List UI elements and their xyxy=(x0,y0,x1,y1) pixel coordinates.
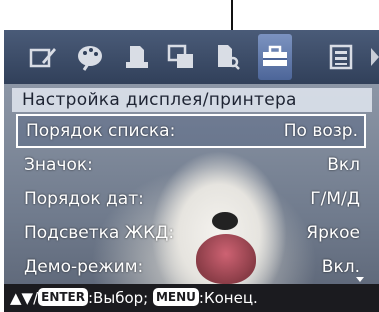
menu-item-label: Демо-режим: xyxy=(24,257,144,277)
updown-arrows-hint: ▲▼/ xyxy=(10,289,39,307)
settings-menu-list: Порядок списка: По возр. Значок: Вкл Пор… xyxy=(16,114,366,284)
menu-item-list-order[interactable]: Порядок списка: По возр. xyxy=(16,114,366,148)
menu-item-value: Вкл xyxy=(327,155,360,175)
lcd-screen: Настройка дисплея/принтера Порядок списк… xyxy=(4,30,379,312)
menu-toolbar xyxy=(4,30,379,84)
menu-item-lcd-backlight[interactable]: Подсветка ЖКД: Яркое xyxy=(16,216,366,250)
menu-item-value: Г/М/Д xyxy=(310,189,360,209)
layout-copy-icon[interactable] xyxy=(164,40,198,74)
edit-frame-icon[interactable] xyxy=(26,40,60,74)
scroll-down-icon xyxy=(356,277,364,282)
menu-item-value: Вкл. xyxy=(321,257,360,277)
menu-item-label: Значок: xyxy=(24,155,93,175)
menu-item-icon[interactable]: Значок: Вкл xyxy=(16,148,366,182)
menu-key-badge: MENU xyxy=(152,288,199,306)
key-guide-footer: ▲▼/ENTER:Выбор; MENU:Конец. xyxy=(4,284,379,312)
enter-key-badge: ENTER xyxy=(38,288,88,306)
document-search-icon[interactable] xyxy=(210,40,244,74)
enter-action-text: :Выбор; xyxy=(88,289,153,307)
menu-item-value: По возр. xyxy=(283,121,358,141)
menu-title: Настройка дисплея/принтера xyxy=(12,88,372,112)
menu-item-date-order[interactable]: Порядок дат: Г/М/Д xyxy=(16,182,366,216)
toolbar-scroll-right-icon[interactable] xyxy=(371,48,379,66)
menu-action-text: :Конец. xyxy=(198,289,258,307)
menu-item-label: Порядок списка: xyxy=(26,121,176,141)
menu-item-demo-mode[interactable]: Демо-режим: Вкл. xyxy=(16,250,366,284)
menu-item-label: Подсветка ЖКД: xyxy=(24,223,175,243)
palette-icon[interactable] xyxy=(74,40,108,74)
menu-item-value: Яркое xyxy=(306,223,360,243)
menu-item-label: Порядок дат: xyxy=(24,189,144,209)
list-settings-icon[interactable] xyxy=(324,40,358,74)
toolbox-icon[interactable] xyxy=(258,34,292,80)
print-page-icon[interactable] xyxy=(120,40,154,74)
